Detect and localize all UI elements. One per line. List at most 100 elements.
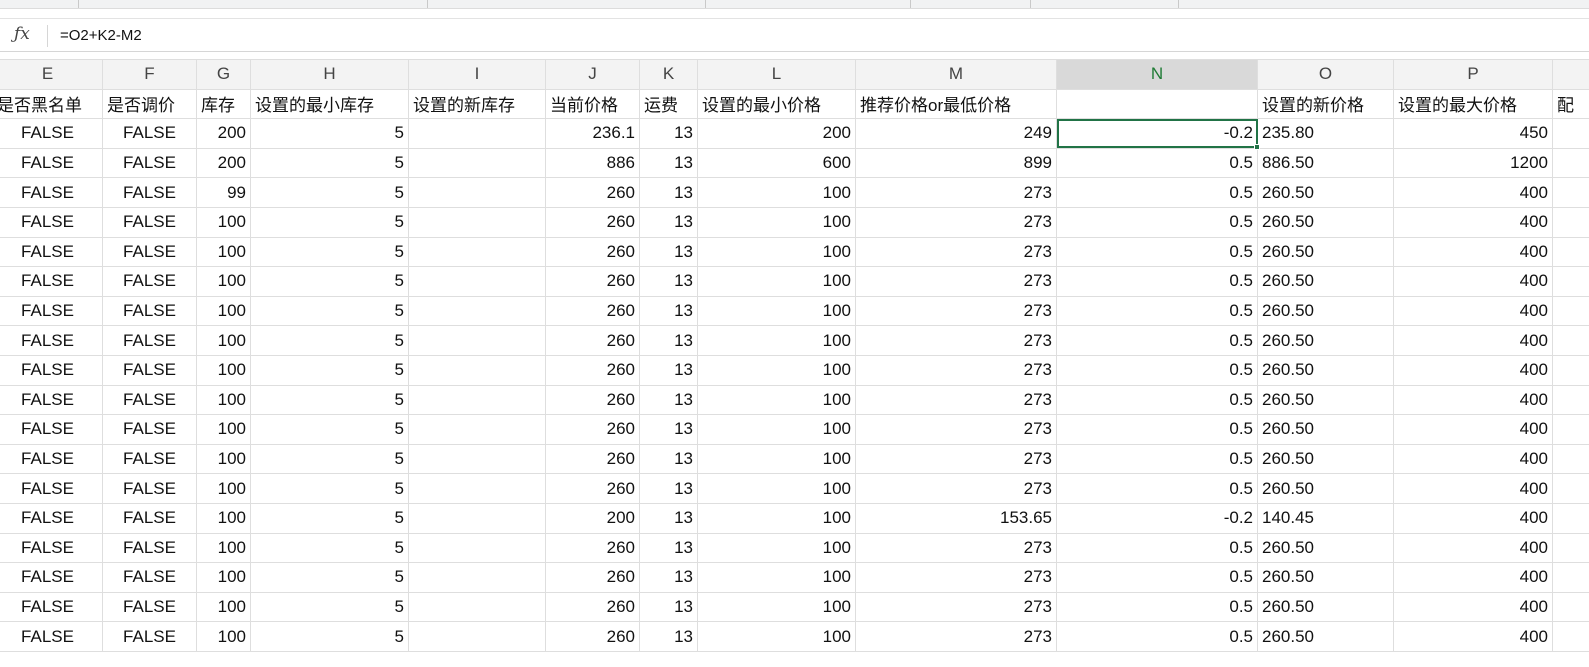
field-name-cell[interactable]: 设置的最小价格 <box>697 88 856 120</box>
cell-f[interactable]: FALSE <box>102 354 197 386</box>
column-header-k[interactable]: K <box>639 59 698 90</box>
cell-extra[interactable] <box>1552 295 1589 327</box>
cell-n[interactable]: 0.5 <box>1056 325 1258 356</box>
cell-i[interactable] <box>408 591 546 623</box>
cell-g[interactable]: 100 <box>196 266 251 297</box>
formula-input[interactable]: =O2+K2-M2 <box>60 27 142 44</box>
cell-p[interactable]: 400 <box>1393 384 1553 416</box>
column-header-e[interactable]: E <box>0 59 103 90</box>
cell-g[interactable]: 200 <box>196 147 251 179</box>
cell-k[interactable]: 13 <box>639 206 698 238</box>
cell-i[interactable] <box>408 236 546 268</box>
cell-m[interactable]: 153.65 <box>855 502 1057 534</box>
cell-p[interactable]: 400 <box>1393 206 1553 238</box>
cell-n[interactable]: 0.5 <box>1056 414 1258 445</box>
cell-h[interactable]: 5 <box>250 591 409 623</box>
cell-h[interactable]: 5 <box>250 532 409 564</box>
cell-i[interactable] <box>408 621 546 652</box>
cell-g[interactable]: 100 <box>196 621 251 652</box>
cell-f[interactable]: FALSE <box>102 443 197 475</box>
cell-p[interactable]: 400 <box>1393 502 1553 534</box>
cell-extra[interactable] <box>1552 562 1589 593</box>
cell-o[interactable]: 260.50 <box>1257 621 1394 652</box>
cell-g[interactable]: 100 <box>196 532 251 564</box>
cell-e[interactable]: FALSE <box>0 266 103 297</box>
cell-o[interactable]: 260.50 <box>1257 532 1394 564</box>
cell-i[interactable] <box>408 295 546 327</box>
field-name-cell[interactable]: 是否黑名单 <box>0 88 103 120</box>
cell-o[interactable]: 260.50 <box>1257 177 1394 208</box>
cell-n[interactable]: 0.5 <box>1056 266 1258 297</box>
cell-f[interactable]: FALSE <box>102 502 197 534</box>
cell-h[interactable]: 5 <box>250 443 409 475</box>
cell-extra[interactable] <box>1552 384 1589 416</box>
cell-p[interactable]: 400 <box>1393 532 1553 564</box>
cell-n[interactable]: 0.5 <box>1056 621 1258 652</box>
cell-m[interactable]: 273 <box>855 443 1057 475</box>
cell-o[interactable]: 260.50 <box>1257 591 1394 623</box>
cell-n[interactable]: 0.5 <box>1056 206 1258 238</box>
cell-p[interactable]: 400 <box>1393 621 1553 652</box>
cell-k[interactable]: 13 <box>639 562 698 593</box>
cell-m[interactable]: 273 <box>855 325 1057 356</box>
cell-p[interactable]: 400 <box>1393 354 1553 386</box>
cell-h[interactable]: 5 <box>250 562 409 593</box>
cell-f[interactable]: FALSE <box>102 206 197 238</box>
cell-f[interactable]: FALSE <box>102 325 197 356</box>
cell-extra[interactable] <box>1552 443 1589 475</box>
cell-n[interactable]: 0.5 <box>1056 562 1258 593</box>
cell-n[interactable]: 0.5 <box>1056 473 1258 504</box>
cell-o[interactable]: 260.50 <box>1257 295 1394 327</box>
cell-m[interactable]: 273 <box>855 414 1057 445</box>
column-header-p[interactable]: P <box>1393 59 1553 90</box>
cell-k[interactable]: 13 <box>639 414 698 445</box>
cell-k[interactable]: 13 <box>639 236 698 268</box>
cell-n[interactable]: 0.5 <box>1056 177 1258 208</box>
cell-e[interactable]: FALSE <box>0 206 103 238</box>
cell-h[interactable]: 5 <box>250 621 409 652</box>
cell-h[interactable]: 5 <box>250 473 409 504</box>
cell-p[interactable]: 400 <box>1393 414 1553 445</box>
cell-e[interactable]: FALSE <box>0 502 103 534</box>
cell-o[interactable]: 260.50 <box>1257 562 1394 593</box>
cell-j[interactable]: 260 <box>545 384 640 416</box>
cell-m[interactable]: 273 <box>855 562 1057 593</box>
cell-j[interactable]: 260 <box>545 473 640 504</box>
cell-i[interactable] <box>408 414 546 445</box>
cell-f[interactable]: FALSE <box>102 473 197 504</box>
cell-g[interactable]: 100 <box>196 502 251 534</box>
field-name-cell[interactable]: 当前价格 <box>545 88 640 120</box>
cell-h[interactable]: 5 <box>250 118 409 149</box>
cell-e[interactable]: FALSE <box>0 414 103 445</box>
cell-e[interactable]: FALSE <box>0 591 103 623</box>
cell-j[interactable]: 200 <box>545 502 640 534</box>
cell-j[interactable]: 260 <box>545 443 640 475</box>
cell-l[interactable]: 200 <box>697 118 856 149</box>
column-header-extra[interactable] <box>1552 59 1589 90</box>
cell-m[interactable]: 273 <box>855 177 1057 208</box>
cell-extra[interactable] <box>1552 473 1589 504</box>
cell-i[interactable] <box>408 177 546 208</box>
cell-n[interactable]: 0.5 <box>1056 443 1258 475</box>
cell-f[interactable]: FALSE <box>102 266 197 297</box>
cell-o[interactable]: 235.80 <box>1257 118 1394 149</box>
cell-i[interactable] <box>408 562 546 593</box>
cell-j[interactable]: 260 <box>545 325 640 356</box>
cell-extra[interactable] <box>1552 325 1589 356</box>
cell-e[interactable]: FALSE <box>0 354 103 386</box>
column-header-i[interactable]: I <box>408 59 546 90</box>
cell-p[interactable]: 400 <box>1393 325 1553 356</box>
cell-h[interactable]: 5 <box>250 384 409 416</box>
cell-extra[interactable] <box>1552 591 1589 623</box>
cell-h[interactable]: 5 <box>250 502 409 534</box>
cell-n[interactable]: 0.5 <box>1056 591 1258 623</box>
cell-p[interactable]: 400 <box>1393 266 1553 297</box>
cell-p[interactable]: 400 <box>1393 591 1553 623</box>
cell-f[interactable]: FALSE <box>102 118 197 149</box>
cell-m[interactable]: 273 <box>855 473 1057 504</box>
cell-o[interactable]: 886.50 <box>1257 147 1394 179</box>
cell-e[interactable]: FALSE <box>0 325 103 356</box>
cell-f[interactable]: FALSE <box>102 414 197 445</box>
cell-h[interactable]: 5 <box>250 325 409 356</box>
cell-l[interactable]: 100 <box>697 414 856 445</box>
